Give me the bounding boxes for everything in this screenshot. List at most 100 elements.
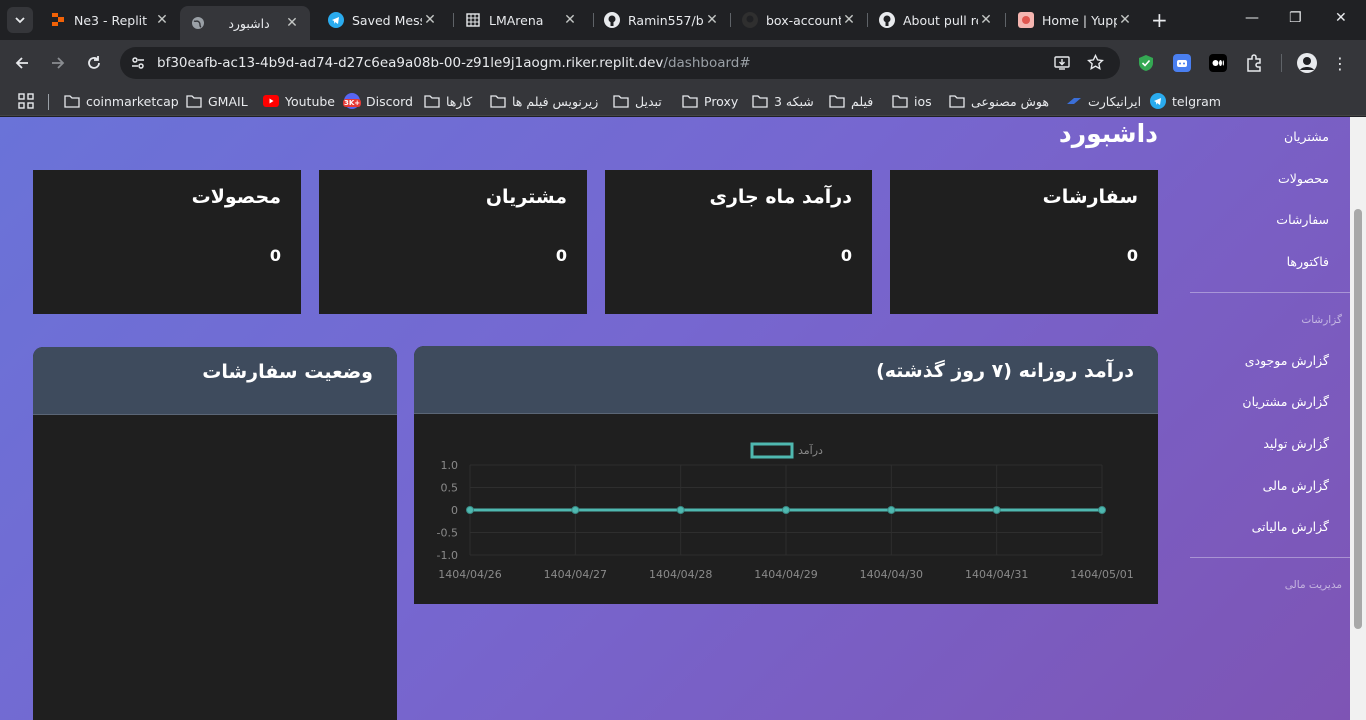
bookmark-shabake3[interactable]: شبکه 3 <box>752 91 814 111</box>
x-tick-label: 1404/04/26 <box>438 568 501 581</box>
sidebar-item-customers-report[interactable]: گزارش مشتریان <box>1242 394 1329 409</box>
star-icon[interactable] <box>1087 53 1104 75</box>
sidebar-item-invoices[interactable]: فاکتورها <box>1287 254 1329 269</box>
address-bar[interactable]: bf30eafb-ac13-4b9d-ad74-d27c6ea9a08b-00-… <box>120 47 1120 79</box>
shield-extension-icon[interactable] <box>1136 53 1156 73</box>
profile-avatar-icon[interactable] <box>1297 53 1317 73</box>
bookmark-tabdil[interactable]: تبدیل <box>613 91 662 111</box>
bookmark-ai[interactable]: هوش مصنوعی <box>949 91 1049 111</box>
close-icon[interactable]: ✕ <box>154 12 170 28</box>
bookmark-coinmarketcap[interactable]: coinmarketcap <box>64 91 179 111</box>
data-point <box>887 506 896 514</box>
minimize-button[interactable]: — <box>1245 10 1259 26</box>
bookmark-youtube[interactable]: Youtube <box>263 91 335 111</box>
bookmark-proxy[interactable]: Proxy <box>682 91 738 111</box>
tab-yupp[interactable]: Home | Yupp ✕ <box>1008 6 1143 34</box>
tab-title: Ramin557/b <box>628 12 704 28</box>
sidebar-item-production-report[interactable]: گزارش تولید <box>1263 436 1329 451</box>
scrollbar-thumb[interactable] <box>1354 209 1362 629</box>
url-text: bf30eafb-ac13-4b9d-ad74-d27c6ea9a08b-00-… <box>157 55 751 71</box>
bookmark-gmail[interactable]: GMAIL <box>186 91 248 111</box>
data-point <box>992 506 1001 514</box>
bookmark-karha[interactable]: کارها <box>424 91 472 111</box>
close-icon[interactable]: ✕ <box>422 12 438 28</box>
forward-button[interactable] <box>47 52 69 74</box>
page-title: داشبورد <box>1058 119 1158 148</box>
tab-title: Saved Messa <box>352 12 422 28</box>
stat-card-products: محصولات 0 <box>33 170 301 314</box>
stat-card-monthly-revenue: درآمد ماه جاری 0 <box>605 170 872 314</box>
y-tick-label: -0.5 <box>437 527 458 540</box>
yupp-icon <box>1018 12 1034 28</box>
tab-title: About pull re <box>903 12 978 28</box>
close-icon[interactable]: ✕ <box>284 15 300 31</box>
back-button[interactable] <box>11 52 33 74</box>
bot-extension-icon[interactable] <box>1172 53 1192 73</box>
tab-dashboard[interactable]: داشبورد ✕ <box>180 6 310 40</box>
folder-icon <box>892 94 908 108</box>
page-scrollbar[interactable] <box>1350 117 1366 720</box>
sidebar-item-tax-report[interactable]: گزارش مالیاتی <box>1252 519 1329 534</box>
folder-icon <box>829 94 845 108</box>
tab-pull-requests[interactable]: About pull re ✕ <box>869 6 1004 34</box>
bookmark-discord[interactable]: 3K+ Discord <box>343 91 413 111</box>
replit-icon <box>50 12 66 28</box>
medium-extension-icon[interactable] <box>1208 53 1228 73</box>
tab-strip: Ne3 - Replit ✕ داشبورد ✕ Saved Messa ✕ L… <box>0 0 1366 40</box>
more-menu-icon[interactable]: ⋮ <box>1330 53 1350 73</box>
tab-title: box-account <box>766 12 841 28</box>
x-tick-label: 1404/05/01 <box>1070 568 1133 581</box>
site-info-icon[interactable] <box>130 55 146 75</box>
tab-title: داشبورد <box>228 15 270 31</box>
bookmark-iranicard[interactable]: ایرانیکارت <box>1066 91 1141 111</box>
bookmark-label: ایرانیکارت <box>1088 93 1142 109</box>
restore-button[interactable]: ❐ <box>1289 10 1302 26</box>
dashboard-page: داشبورد سفارشات 0 درآمد ماه جاری 0 مشتری… <box>0 117 1366 720</box>
x-tick-label: 1404/04/31 <box>965 568 1028 581</box>
close-icon[interactable]: ✕ <box>841 12 857 28</box>
tab-search-button[interactable] <box>7 7 33 33</box>
data-point <box>571 506 580 514</box>
x-tick-label: 1404/04/29 <box>754 568 817 581</box>
y-tick-label: 1.0 <box>441 459 459 472</box>
close-icon[interactable]: ✕ <box>562 12 578 28</box>
puzzle-extensions-icon[interactable] <box>1244 53 1264 73</box>
bookmark-subtitles[interactable]: زیرنویس فیلم ها <box>490 91 598 111</box>
bookmark-telgram[interactable]: telgram <box>1150 91 1221 111</box>
tab-replit[interactable]: Ne3 - Replit ✕ <box>40 6 180 34</box>
sidebar-item-orders[interactable]: سفارشات <box>1276 212 1329 227</box>
bookmark-label: تبدیل <box>635 93 662 109</box>
folder-icon <box>949 94 965 108</box>
close-icon[interactable]: ✕ <box>704 12 720 28</box>
url-path: /dashboard# <box>663 55 751 71</box>
folder-icon <box>64 94 80 108</box>
bookmark-ios[interactable]: ios <box>892 91 932 111</box>
tab-lmarena[interactable]: LMArena ✕ <box>455 6 588 34</box>
new-tab-button[interactable]: + <box>1151 10 1168 30</box>
sidebar-item-inventory-report[interactable]: گزارش موجودی <box>1245 353 1329 368</box>
sidebar-item-products[interactable]: محصولات <box>1278 171 1329 186</box>
apps-icon[interactable] <box>18 91 34 111</box>
chevron-down-icon <box>15 16 25 23</box>
sidebar-section-finance: مدیریت مالی <box>1284 579 1342 591</box>
bookmark-label: هوش مصنوعی <box>971 93 1049 109</box>
tab-telegram[interactable]: Saved Messa ✕ <box>318 6 448 34</box>
close-icon[interactable]: ✕ <box>1117 12 1133 28</box>
reload-button[interactable] <box>83 52 105 74</box>
data-point <box>782 506 790 514</box>
bookmark-film[interactable]: فیلم <box>829 91 873 111</box>
tab-title: LMArena <box>489 12 544 28</box>
globe-icon <box>190 15 206 31</box>
sidebar-item-customers[interactable]: مشتریان <box>1284 129 1329 144</box>
bookmark-label: فیلم <box>851 93 874 109</box>
sidebar-item-financial-report[interactable]: گزارش مالی <box>1263 478 1329 493</box>
close-icon[interactable]: ✕ <box>978 12 994 28</box>
github-icon <box>604 12 620 28</box>
stat-card-title: سفارشات <box>1042 186 1138 208</box>
panel-header: درآمد روزانه (۷ روز گذشته) <box>414 346 1158 414</box>
install-app-icon[interactable] <box>1054 55 1070 75</box>
iranicard-icon <box>1066 94 1082 108</box>
close-window-button[interactable]: ✕ <box>1335 10 1347 26</box>
tab-github-ramin[interactable]: Ramin557/b ✕ <box>594 6 730 34</box>
tab-box-account[interactable]: box-account ✕ <box>732 6 867 34</box>
